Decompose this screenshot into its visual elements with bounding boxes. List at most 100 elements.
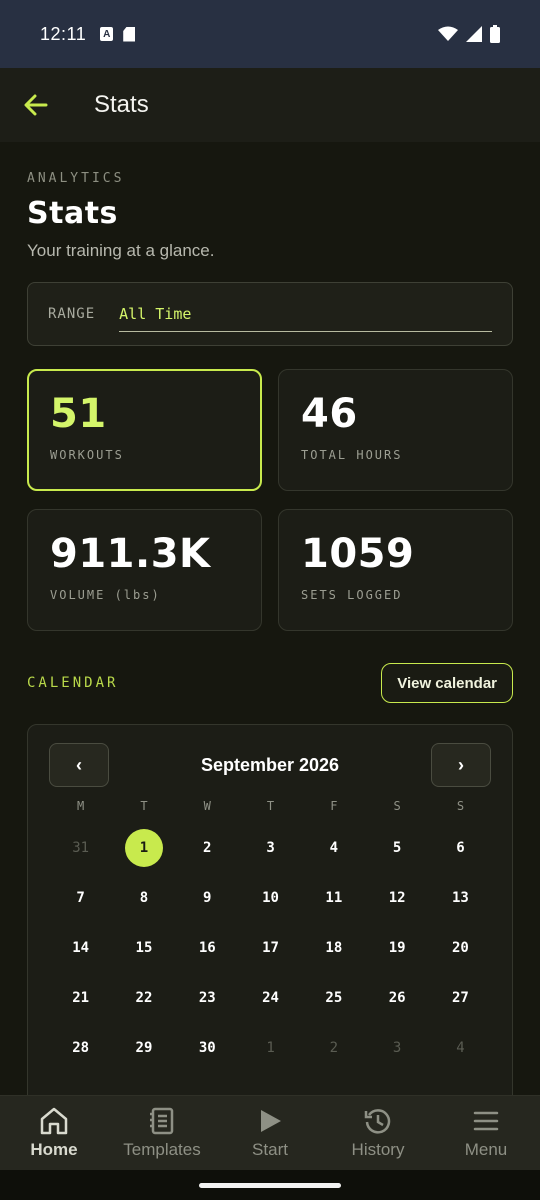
calendar-day[interactable]: 15 [112, 923, 175, 973]
nav-history[interactable]: History [324, 1096, 432, 1170]
calendar-day[interactable]: 17 [239, 923, 302, 973]
app-bar: Stats [0, 68, 540, 142]
calendar-day[interactable]: 10 [239, 873, 302, 923]
templates-icon [146, 1106, 178, 1136]
calendar-day[interactable]: 14 [49, 923, 112, 973]
nav-home[interactable]: Home [0, 1096, 108, 1170]
calendar-widget: ‹ September 2026 › M T W T F S S 31 1 2 3 4 5 6 7 8 9 10 1… [27, 724, 513, 1095]
calendar-day[interactable]: 5 [365, 823, 428, 873]
home-gesture-handle[interactable] [199, 1183, 341, 1188]
gesture-bar [0, 1170, 540, 1200]
calendar-day[interactable]: 3 [365, 1023, 428, 1073]
stat-card-total-hours[interactable]: 46 TOTAL HOURS [278, 369, 513, 491]
range-dropdown[interactable]: All Time [119, 296, 492, 332]
wifi-icon [438, 26, 458, 41]
calendar-day[interactable]: 24 [239, 973, 302, 1023]
stat-label: SETS LOGGED [301, 588, 403, 602]
stat-card-workouts[interactable]: 51 WORKOUTS [27, 369, 262, 491]
day-number: 9 [203, 890, 212, 906]
nav-start[interactable]: Start [216, 1096, 324, 1170]
calendar-day[interactable]: 23 [176, 973, 239, 1023]
calendar-day[interactable]: 30 [176, 1023, 239, 1073]
stats-grid: 51 WORKOUTS 46 TOTAL HOURS 911.3K VOLUME… [27, 369, 513, 631]
view-calendar-button[interactable]: View calendar [381, 663, 513, 703]
calendar-day[interactable]: 26 [365, 973, 428, 1023]
status-bar: 12:11 A [0, 0, 540, 68]
main-content[interactable]: ANALYTICS Stats Your training at a glanc… [0, 142, 540, 1095]
status-time: 12:11 [40, 23, 87, 44]
day-number: 7 [76, 890, 85, 906]
calendar-day[interactable]: 6 [429, 823, 492, 873]
calendar-day[interactable]: 4 [302, 823, 365, 873]
day-number: 28 [72, 1040, 90, 1056]
calendar-day[interactable]: 21 [49, 973, 112, 1023]
calendar-day[interactable]: 31 [49, 823, 112, 873]
bottom-navigation: Home Templates Start History Menu [0, 1095, 540, 1170]
section-eyebrow: ANALYTICS [27, 171, 125, 186]
nav-templates[interactable]: Templates [108, 1096, 216, 1170]
weekday-label: W [203, 799, 211, 813]
page-title: Stats [27, 196, 118, 231]
calendar-day[interactable]: 3 [239, 823, 302, 873]
calendar-day[interactable]: 12 [365, 873, 428, 923]
day-number: 3 [392, 1040, 402, 1056]
home-icon [38, 1106, 70, 1136]
stat-value: 1059 [301, 531, 415, 577]
day-number: 20 [452, 940, 469, 956]
calendar-day[interactable]: 16 [176, 923, 239, 973]
calendar-day[interactable]: 7 [49, 873, 112, 923]
calendar-day[interactable]: 29 [112, 1023, 175, 1073]
calendar-day[interactable]: 20 [429, 923, 492, 973]
day-number: 27 [452, 990, 469, 1006]
calendar-day[interactable]: 25 [302, 973, 365, 1023]
signal-icon [466, 26, 482, 42]
day-number: 29 [135, 1040, 153, 1056]
calendar-day[interactable]: 28 [49, 1023, 112, 1073]
day-number: 12 [388, 890, 406, 906]
nav-label: Start [252, 1140, 288, 1159]
page-subtitle: Your training at a glance. [27, 241, 215, 260]
keyboard-a-icon: A [100, 27, 114, 41]
sd-card-icon [123, 26, 136, 42]
next-month-button[interactable]: › [430, 743, 491, 787]
day-number: 23 [198, 990, 216, 1006]
calendar-day[interactable]: 13 [429, 873, 492, 923]
back-button[interactable] [22, 91, 50, 119]
calendar-day[interactable]: 19 [365, 923, 428, 973]
day-number: 1 [266, 1040, 275, 1056]
calendar-day[interactable]: 2 [176, 823, 239, 873]
nav-menu[interactable]: Menu [432, 1096, 540, 1170]
stat-value: 46 [301, 391, 358, 437]
calendar-day[interactable]: 1 [239, 1023, 302, 1073]
weekday-label: S [456, 799, 465, 813]
day-number: 22 [135, 990, 153, 1006]
weekday-label: S [393, 799, 401, 813]
nav-label: Menu [464, 1140, 508, 1159]
day-number: 11 [325, 890, 343, 906]
calendar-day[interactable]: 8 [112, 873, 175, 923]
calendar-day[interactable]: 11 [302, 873, 365, 923]
calendar-day[interactable]: 27 [429, 973, 492, 1023]
range-label: RANGE [48, 306, 96, 322]
stat-value: 911.3K [50, 531, 211, 577]
day-number: 2 [329, 1040, 339, 1056]
day-number: 4 [329, 840, 339, 856]
calendar-day[interactable]: 2 [302, 1023, 365, 1073]
nav-label: Home [30, 1140, 78, 1159]
calendar-section-header: CALENDAR View calendar [27, 663, 513, 703]
prev-month-button[interactable]: ‹ [49, 743, 109, 787]
calendar-day[interactable]: 9 [176, 873, 239, 923]
calendar-day-selected[interactable]: 1 [112, 823, 175, 873]
day-number: 3 [266, 840, 275, 856]
day-number: 14 [72, 940, 90, 956]
stat-card-volume[interactable]: 911.3K VOLUME (lbs) [27, 509, 262, 631]
day-number: 24 [262, 990, 279, 1006]
calendar-header: ‹ September 2026 › [49, 743, 491, 787]
stat-card-sets-logged[interactable]: 1059 SETS LOGGED [278, 509, 513, 631]
calendar-day[interactable]: 4 [429, 1023, 492, 1073]
calendar-day[interactable]: 22 [112, 973, 175, 1023]
day-number: 2 [203, 840, 212, 856]
calendar-day[interactable]: 18 [302, 923, 365, 973]
stat-value: 51 [50, 391, 107, 437]
day-number: 6 [456, 840, 465, 856]
